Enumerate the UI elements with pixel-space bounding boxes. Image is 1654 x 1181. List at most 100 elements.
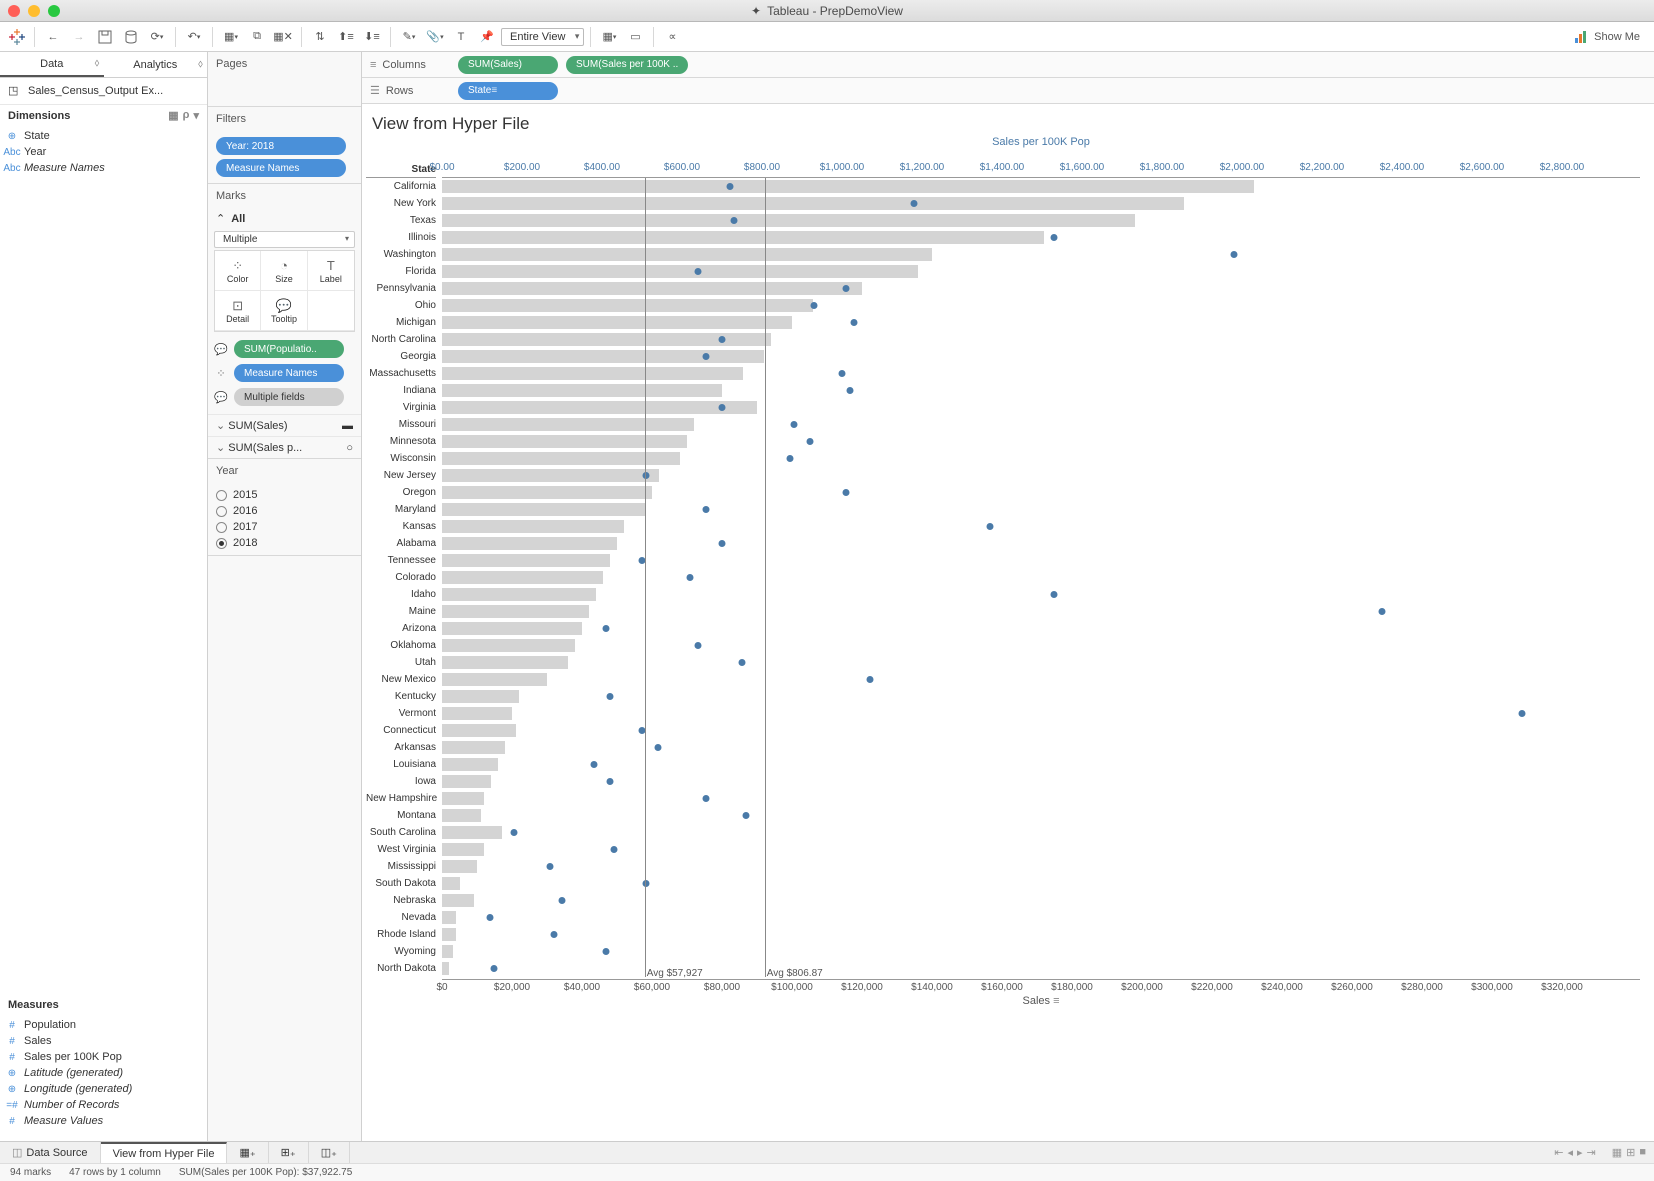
row-label[interactable]: Tennessee xyxy=(366,552,436,569)
dimension-field[interactable]: AbcYear xyxy=(0,144,207,160)
marks-pill[interactable]: Measure Names xyxy=(234,364,344,382)
bar-mark[interactable] xyxy=(442,843,484,856)
bar-mark[interactable] xyxy=(442,605,589,618)
bar-mark[interactable] xyxy=(442,741,505,754)
back-button[interactable]: ← xyxy=(41,26,65,48)
fit-dropdown[interactable]: Entire View xyxy=(501,28,584,46)
row-label[interactable]: Maryland xyxy=(366,501,436,518)
row-label[interactable]: Michigan xyxy=(366,314,436,331)
bar-mark[interactable] xyxy=(442,826,502,839)
row-label[interactable]: Massachusetts xyxy=(366,365,436,382)
bar-mark[interactable] xyxy=(442,758,498,771)
dot-mark[interactable] xyxy=(739,659,746,666)
data-source-tab[interactable]: ◫Data Source xyxy=(0,1142,101,1163)
dot-mark[interactable] xyxy=(811,302,818,309)
bar-mark[interactable] xyxy=(442,418,694,431)
dot-mark[interactable] xyxy=(1051,591,1058,598)
save-button[interactable] xyxy=(93,26,117,48)
bar-mark[interactable] xyxy=(442,282,862,295)
dot-mark[interactable] xyxy=(607,778,614,785)
dot-mark[interactable] xyxy=(703,506,710,513)
row-label[interactable]: Oklahoma xyxy=(366,637,436,654)
bar-mark[interactable] xyxy=(442,962,449,975)
row-label[interactable]: Vermont xyxy=(366,705,436,722)
bar-mark[interactable] xyxy=(442,673,547,686)
bar-mark[interactable] xyxy=(442,707,512,720)
marks-pill[interactable]: Multiple fields xyxy=(234,388,344,406)
next-icon[interactable]: ▸ xyxy=(1577,1146,1583,1159)
row-label[interactable]: Utah xyxy=(366,654,436,671)
last-icon[interactable]: ⇥ xyxy=(1587,1146,1596,1159)
row-label[interactable]: Louisiana xyxy=(366,756,436,773)
row-label[interactable]: Pennsylvania xyxy=(366,280,436,297)
bar-mark[interactable] xyxy=(442,469,659,482)
row-label[interactable]: Colorado xyxy=(366,569,436,586)
bar-mark[interactable] xyxy=(442,911,456,924)
bar-mark[interactable] xyxy=(442,401,757,414)
bar-mark[interactable] xyxy=(442,809,481,822)
dot-mark[interactable] xyxy=(607,693,614,700)
dot-mark[interactable] xyxy=(703,795,710,802)
bar-mark[interactable] xyxy=(442,894,474,907)
row-label[interactable]: Virginia xyxy=(366,399,436,416)
row-label[interactable]: South Dakota xyxy=(366,875,436,892)
row-label[interactable]: Arkansas xyxy=(366,739,436,756)
bar-mark[interactable] xyxy=(442,248,932,261)
row-label[interactable]: New Hampshire xyxy=(366,790,436,807)
row-label[interactable]: North Dakota xyxy=(366,960,436,977)
dot-mark[interactable] xyxy=(1231,251,1238,258)
dot-mark[interactable] xyxy=(851,319,858,326)
bar-mark[interactable] xyxy=(442,435,687,448)
measure-field[interactable]: #Sales per 100K Pop xyxy=(0,1049,207,1065)
share-button[interactable]: ∝ xyxy=(660,26,684,48)
dot-mark[interactable] xyxy=(611,846,618,853)
dot-mark[interactable] xyxy=(655,744,662,751)
sort-icon[interactable]: ≡ xyxy=(1053,995,1059,1007)
swap-button[interactable]: ⇅ xyxy=(308,26,332,48)
forward-button[interactable]: → xyxy=(67,26,91,48)
first-icon[interactable]: ⇤ xyxy=(1554,1146,1563,1159)
clear-button[interactable]: ▦✕ xyxy=(271,26,295,48)
maximize-icon[interactable] xyxy=(48,5,60,17)
dot-mark[interactable] xyxy=(719,540,726,547)
bar-mark[interactable] xyxy=(442,537,617,550)
tab-analytics[interactable]: Analytics⬨ xyxy=(104,52,208,77)
marks-label-button[interactable]: TLabel xyxy=(308,251,354,291)
dot-mark[interactable] xyxy=(591,761,598,768)
bar-mark[interactable] xyxy=(442,316,792,329)
presentation-button[interactable]: ▭ xyxy=(623,26,647,48)
columns-shelf[interactable]: ≡Columns SUM(Sales)SUM(Sales per 100K .. xyxy=(362,52,1654,78)
sort-asc-button[interactable]: ⬆≡ xyxy=(334,26,358,48)
filter-pill[interactable]: Measure Names xyxy=(216,159,346,177)
row-label[interactable]: Rhode Island xyxy=(366,926,436,943)
minimize-icon[interactable] xyxy=(28,5,40,17)
row-label[interactable]: Texas xyxy=(366,212,436,229)
row-label[interactable]: North Carolina xyxy=(366,331,436,348)
close-icon[interactable]: ⬨ xyxy=(95,57,100,70)
year-option[interactable]: 2016 xyxy=(216,503,353,519)
row-label[interactable]: California xyxy=(366,178,436,195)
row-label[interactable]: Nebraska xyxy=(366,892,436,909)
row-label[interactable]: Kansas xyxy=(366,518,436,535)
bar-mark[interactable] xyxy=(442,928,456,941)
close-icon[interactable] xyxy=(8,5,20,17)
dot-mark[interactable] xyxy=(1379,608,1386,615)
sheet-tab[interactable]: View from Hyper File xyxy=(101,1142,228,1163)
measure-field[interactable]: #Population xyxy=(0,1017,207,1033)
tableau-logo-icon[interactable] xyxy=(6,26,28,48)
column-pill[interactable]: SUM(Sales per 100K .. xyxy=(566,56,688,74)
bar-mark[interactable] xyxy=(442,214,1135,227)
dot-mark[interactable] xyxy=(843,285,850,292)
marks-sub-row[interactable]: ⌄ SUM(Sales)▬ xyxy=(208,414,361,436)
dot-mark[interactable] xyxy=(487,914,494,921)
row-label[interactable]: Illinois xyxy=(366,229,436,246)
bar-mark[interactable] xyxy=(442,503,645,516)
dot-mark[interactable] xyxy=(987,523,994,530)
bar-mark[interactable] xyxy=(442,486,652,499)
year-option[interactable]: 2018 xyxy=(216,535,353,551)
marks-color-button[interactable]: ⁘Color xyxy=(215,251,261,291)
bar-mark[interactable] xyxy=(442,775,491,788)
row-label[interactable]: Indiana xyxy=(366,382,436,399)
highlight-button[interactable]: ✎▾ xyxy=(397,26,421,48)
bar-mark[interactable] xyxy=(442,690,519,703)
